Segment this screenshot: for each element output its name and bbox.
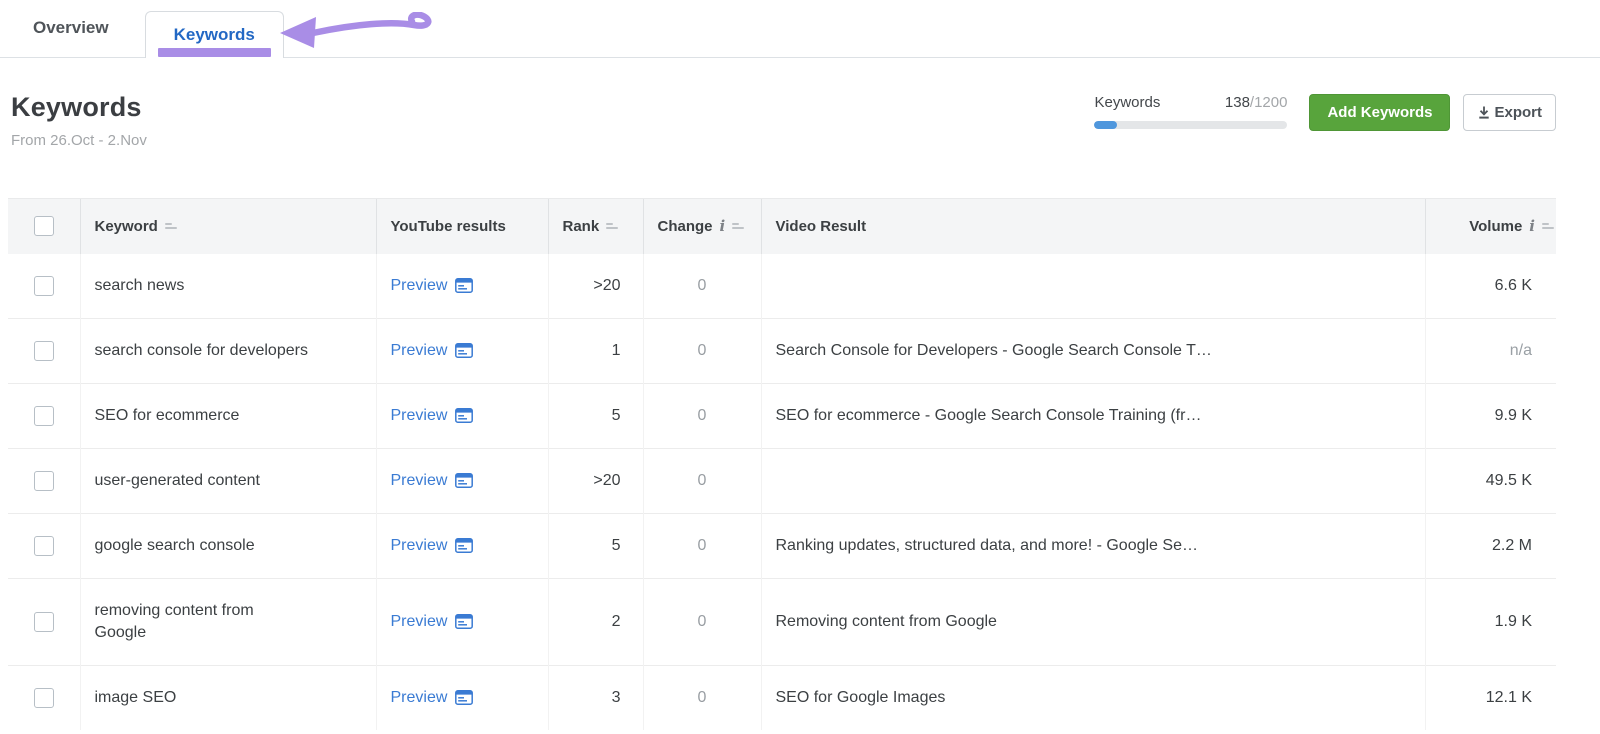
column-header-rank[interactable]: Rank: [547, 198, 643, 254]
change-cell: 0: [642, 664, 761, 730]
keywords-quota: Keywords 138/1200: [1094, 94, 1288, 129]
column-header-keyword[interactable]: Keyword: [79, 198, 376, 254]
video-result-cell: SEO for Google Images: [760, 664, 1425, 730]
sort-icon[interactable]: [606, 223, 619, 230]
serp-preview-icon: [455, 614, 474, 629]
keywords-table: Keyword YouTube results Rank Change i Vi…: [8, 198, 1556, 730]
tab-keywords-label: Keywords: [173, 25, 255, 44]
change-cell: 0: [642, 317, 761, 383]
export-button[interactable]: Export: [1463, 94, 1556, 131]
tab-bar: Overview Keywords: [0, 0, 1600, 58]
preview-link[interactable]: Preview: [391, 340, 474, 362]
change-cell: 0: [642, 447, 761, 513]
quota-progress-fill: [1094, 121, 1117, 129]
row-checkbox[interactable]: [34, 611, 54, 632]
sort-icon[interactable]: [732, 223, 745, 230]
column-header-video-result: Video Result: [760, 198, 1425, 254]
preview-link[interactable]: Preview: [391, 611, 474, 633]
keyword-cell: removing content from Google: [94, 601, 254, 641]
tab-overview[interactable]: Overview: [33, 18, 119, 57]
preview-link[interactable]: Preview: [391, 470, 474, 492]
column-header-youtube-results: YouTube results: [375, 198, 548, 254]
video-result-cell: Search Console for Developers - Google S…: [760, 317, 1425, 383]
video-result-cell: [760, 253, 1425, 318]
row-checkbox[interactable]: [34, 470, 54, 491]
row-checkbox[interactable]: [34, 405, 54, 426]
add-keywords-button[interactable]: Add Keywords: [1309, 94, 1451, 131]
volume-cell: 1.9 K: [1424, 577, 1556, 665]
active-tab-highlight: [157, 48, 271, 57]
serp-preview-icon: [455, 538, 474, 553]
keyword-cell: search console for developers: [94, 341, 308, 359]
row-checkbox[interactable]: [34, 275, 54, 296]
table-row: search news Preview >20 0 6.6 K: [8, 253, 1556, 318]
quota-count: 138/1200: [1224, 94, 1288, 111]
preview-link[interactable]: Preview: [391, 275, 474, 297]
row-checkbox[interactable]: [34, 687, 54, 708]
keyword-cell: google search console: [94, 536, 255, 554]
page-header: Keywords From 26.Oct - 2.Nov Keywords 13…: [11, 92, 1556, 149]
rank-cell: >20: [547, 253, 643, 318]
volume-cell: 49.5 K: [1424, 447, 1556, 513]
preview-link[interactable]: Preview: [391, 535, 474, 557]
table-row: image SEO Preview 3 0 SEO for Google Ima…: [8, 664, 1556, 730]
video-result-cell: Removing content from Google: [760, 577, 1425, 665]
select-all-checkbox[interactable]: [34, 216, 54, 237]
volume-cell: 6.6 K: [1424, 253, 1556, 318]
date-range: From 26.Oct - 2.Nov: [11, 132, 147, 149]
table-row: search console for developers Preview 1 …: [8, 317, 1556, 383]
rank-cell: 5: [547, 512, 643, 578]
serp-preview-icon: [455, 408, 474, 423]
rank-cell: 5: [547, 382, 643, 448]
volume-cell: 12.1 K: [1424, 664, 1556, 730]
info-icon[interactable]: i: [1529, 217, 1535, 235]
annotation-arrow-icon: [280, 12, 432, 48]
sort-icon[interactable]: [164, 223, 177, 230]
change-cell: 0: [642, 577, 761, 665]
rank-cell: 2: [547, 577, 643, 665]
keyword-cell: image SEO: [94, 688, 177, 706]
table-row: user-generated content Preview >20 0 49.…: [8, 447, 1556, 513]
change-cell: 0: [642, 512, 761, 578]
row-checkbox[interactable]: [34, 535, 54, 556]
serp-preview-icon: [455, 278, 474, 293]
table-row: removing content from Google Preview 2 0…: [8, 577, 1556, 665]
keyword-cell: user-generated content: [94, 471, 260, 489]
export-button-label: Export: [1494, 104, 1542, 121]
row-checkbox[interactable]: [34, 340, 54, 361]
video-result-cell: [760, 447, 1425, 513]
serp-preview-icon: [455, 343, 474, 358]
download-icon: [1479, 106, 1490, 119]
keyword-cell: search news: [94, 276, 185, 294]
quota-label: Keywords: [1094, 94, 1161, 111]
volume-cell: 2.2 M: [1424, 512, 1556, 578]
column-header-volume[interactable]: Volume i: [1424, 198, 1556, 254]
keyword-cell: SEO for ecommerce: [94, 406, 240, 424]
table-row: SEO for ecommerce Preview 5 0 SEO for ec…: [8, 382, 1556, 448]
tab-keywords[interactable]: Keywords: [144, 11, 284, 58]
serp-preview-icon: [455, 473, 474, 488]
preview-link[interactable]: Preview: [391, 405, 474, 427]
sort-icon[interactable]: [1542, 223, 1554, 230]
volume-cell: n/a: [1424, 317, 1556, 383]
rank-cell: 3: [547, 664, 643, 730]
serp-preview-icon: [455, 690, 474, 705]
preview-link[interactable]: Preview: [391, 687, 474, 709]
volume-cell: 9.9 K: [1424, 382, 1556, 448]
rank-cell: 1: [547, 317, 643, 383]
video-result-cell: SEO for ecommerce - Google Search Consol…: [760, 382, 1425, 448]
table-row: google search console Preview 5 0 Rankin…: [8, 512, 1556, 578]
quota-progress-bar: [1094, 121, 1288, 129]
rank-cell: >20: [547, 447, 643, 513]
page-title: Keywords: [11, 92, 142, 122]
table-header-row: Keyword YouTube results Rank Change i Vi…: [8, 198, 1556, 254]
change-cell: 0: [642, 253, 761, 318]
info-icon[interactable]: i: [720, 217, 726, 235]
column-header-change[interactable]: Change i: [642, 198, 761, 254]
change-cell: 0: [642, 382, 761, 448]
video-result-cell: Ranking updates, structured data, and mo…: [760, 512, 1425, 578]
